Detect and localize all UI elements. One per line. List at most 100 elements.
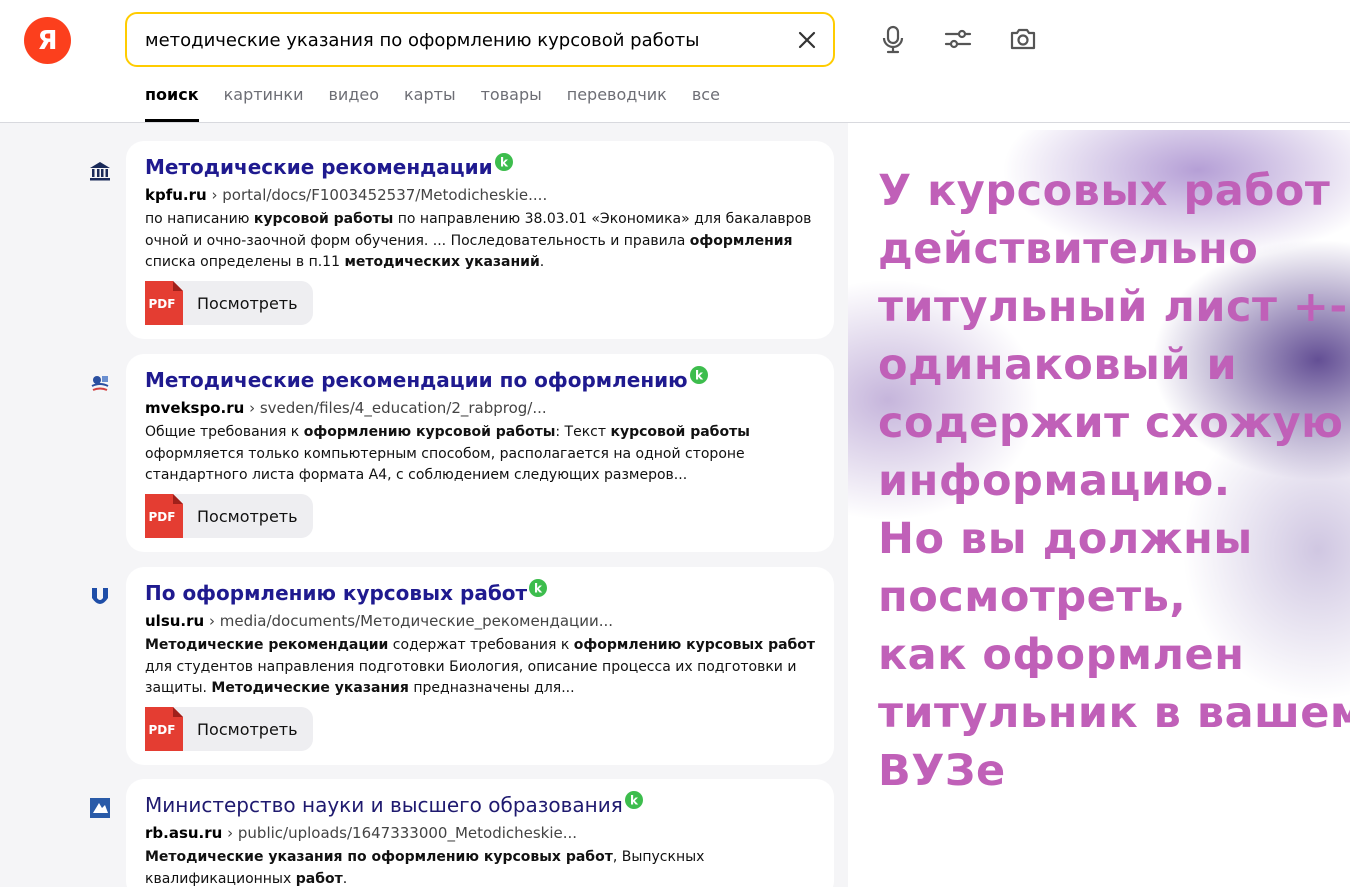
overlay-line: Но вы должны <box>878 514 1253 564</box>
view-pdf-button[interactable]: PDF Посмотреть <box>145 281 313 325</box>
overlay-line: У курсовых работ <box>878 166 1331 216</box>
yandex-logo[interactable]: Я <box>24 17 71 64</box>
snippet-line: Общие требования к оформлению курсовой р… <box>145 424 750 440</box>
overlay-line: одинаковый и <box>878 340 1238 390</box>
result-snippet: Методические указания по оформлению курс… <box>145 847 817 887</box>
snippet-line: защиты. Методические указания предназнач… <box>145 680 575 696</box>
result-domain[interactable]: mvekspo.ru <box>145 399 244 417</box>
mvekspo-favicon-icon <box>91 376 109 391</box>
snippet-line: очной и очно-заочной форм обучения. ... … <box>145 232 793 249</box>
clear-icon[interactable] <box>795 28 819 52</box>
result-title[interactable]: Министерство науки и высшего образования <box>145 793 623 817</box>
tab-maps[interactable]: карты <box>404 84 456 122</box>
tab-video[interactable]: видео <box>328 84 379 122</box>
asu-favicon-icon <box>90 798 110 818</box>
result-url[interactable]: mvekspo.ru › sveden/files/4_education/2_… <box>145 399 547 417</box>
tab-all[interactable]: все <box>692 84 720 122</box>
result-title[interactable]: По оформлению курсовых работ <box>145 581 527 605</box>
snippet-highlight: методических указаний <box>344 254 540 270</box>
result-url[interactable]: kpfu.ru › portal/docs/F1003452537/Metodi… <box>145 186 547 204</box>
result-card: Методические рекомендации k kpfu.ru › po… <box>126 141 834 339</box>
overlay-line: информацию. <box>878 456 1231 506</box>
svg-text:k: k <box>695 369 704 383</box>
view-button-label: Посмотреть <box>197 506 298 526</box>
snippet-highlight: оформления <box>689 232 793 249</box>
snippet-line: оформляется только компьютерным способом… <box>145 445 745 462</box>
microphone-icon[interactable] <box>878 24 908 54</box>
svg-text:PDF: PDF <box>149 723 176 737</box>
result-title[interactable]: Методические рекомендации <box>145 155 493 179</box>
result-path: public/uploads/1647333000_Metodicheskie.… <box>237 824 578 842</box>
pdf-icon: PDF <box>145 494 183 538</box>
view-pdf-button[interactable]: PDF Посмотреть <box>145 494 313 538</box>
result-path: portal/docs/F1003452537/Metodicheskie...… <box>222 186 548 204</box>
tab-goods[interactable]: товары <box>481 84 542 122</box>
view-button-label: Посмотреть <box>197 293 298 313</box>
pdf-icon: PDF <box>145 281 183 325</box>
camera-icon[interactable] <box>1008 24 1038 54</box>
result-title-link[interactable]: Методические рекомендации k <box>145 153 514 179</box>
snippet-line: для студентов направления подготовки Био… <box>145 658 797 675</box>
result-card: Методические рекомендации по оформлению … <box>126 354 834 552</box>
tab-images[interactable]: картинки <box>224 84 304 122</box>
result-domain[interactable]: rb.asu.ru <box>145 824 222 842</box>
verified-badge-icon: k <box>494 153 513 171</box>
svg-text:k: k <box>630 794 639 808</box>
view-pdf-button[interactable]: PDF Посмотреть <box>145 707 313 751</box>
snippet-highlight: Методические рекомендации <box>145 637 389 653</box>
tab-translator[interactable]: переводчик <box>567 84 667 122</box>
result-title[interactable]: Методические рекомендации по оформлению <box>145 368 688 392</box>
overlay-line: действительно <box>878 224 1259 274</box>
search-tabs: поиск картинки видео карты товары перево… <box>145 84 745 122</box>
svg-text:k: k <box>534 582 543 596</box>
snippet-highlight: оформлению курсовой работы <box>303 424 556 440</box>
result-url[interactable]: rb.asu.ru › public/uploads/1647333000_Me… <box>145 824 577 842</box>
result-path: media/documents/Методические_рекомендаци… <box>219 612 614 630</box>
result-card: Министерство науки и высшего образования… <box>126 779 834 887</box>
result-domain[interactable]: kpfu.ru <box>145 186 207 204</box>
overlay-line: ВУЗе <box>878 746 1006 796</box>
kpfu-favicon-icon <box>90 162 110 181</box>
svg-text:PDF: PDF <box>149 510 176 524</box>
result-url[interactable]: ulsu.ru › media/documents/Методические_р… <box>145 612 613 630</box>
ulsu-favicon-icon <box>92 588 108 604</box>
verified-badge-icon: k <box>624 791 643 809</box>
overlay-line: содержит схожую <box>878 398 1344 448</box>
snippet-highlight: курсовой работы <box>610 424 750 440</box>
snippet-line: списка определены в п.11 методических ук… <box>145 254 545 270</box>
overlay-line: как оформлен <box>878 630 1245 680</box>
svg-text:PDF: PDF <box>149 297 176 311</box>
verified-badge-icon: k <box>529 579 548 597</box>
snippet-highlight: работ <box>295 870 343 887</box>
result-domain[interactable]: ulsu.ru <box>145 612 204 630</box>
snippet-line: квалификационных работ. <box>145 870 348 887</box>
snippet-highlight: Методические указания по оформлению курс… <box>145 849 613 865</box>
snippet-line: Методические рекомендации содержат требо… <box>145 637 816 653</box>
result-path: sveden/files/4_education/2_rabprog/... <box>259 399 547 417</box>
result-snippet: Общие требования к оформлению курсовой р… <box>145 422 817 487</box>
result-card: По оформлению курсовых работ k ulsu.ru ›… <box>126 567 834 765</box>
svg-text:k: k <box>500 156 509 170</box>
overlay-line: титульный лист +- <box>878 282 1348 332</box>
result-title-link[interactable]: По оформлению курсовых работ k <box>145 579 548 605</box>
verified-badge-icon: k <box>689 366 708 384</box>
result-title-link[interactable]: Министерство науки и высшего образования… <box>145 791 644 817</box>
snippet-line: по написанию курсовой работы по направле… <box>145 211 812 227</box>
overlay-note-text: У курсовых работ действительно титульный… <box>878 162 1350 800</box>
search-input[interactable] <box>145 26 775 54</box>
tab-search[interactable]: поиск <box>145 84 199 122</box>
view-button-label: Посмотреть <box>197 719 298 739</box>
result-snippet: по написанию курсовой работы по направле… <box>145 209 817 274</box>
overlay-note-panel: У курсовых работ действительно титульный… <box>848 130 1350 887</box>
overlay-line: посмотреть, <box>878 572 1187 622</box>
result-title-link[interactable]: Методические рекомендации по оформлению … <box>145 366 709 392</box>
snippet-line: стандартного листа формата А4, с соблюде… <box>145 467 688 483</box>
snippet-line: Методические указания по оформлению курс… <box>145 849 705 865</box>
snippet-highlight: оформлению курсовых работ <box>573 637 816 653</box>
filters-icon[interactable] <box>943 24 973 54</box>
overlay-line: титульник в вашем <box>878 688 1350 738</box>
result-snippet: Методические рекомендации содержат требо… <box>145 635 817 700</box>
pdf-icon: PDF <box>145 707 183 751</box>
search-box <box>125 12 835 67</box>
snippet-highlight: курсовой работы <box>253 211 394 227</box>
